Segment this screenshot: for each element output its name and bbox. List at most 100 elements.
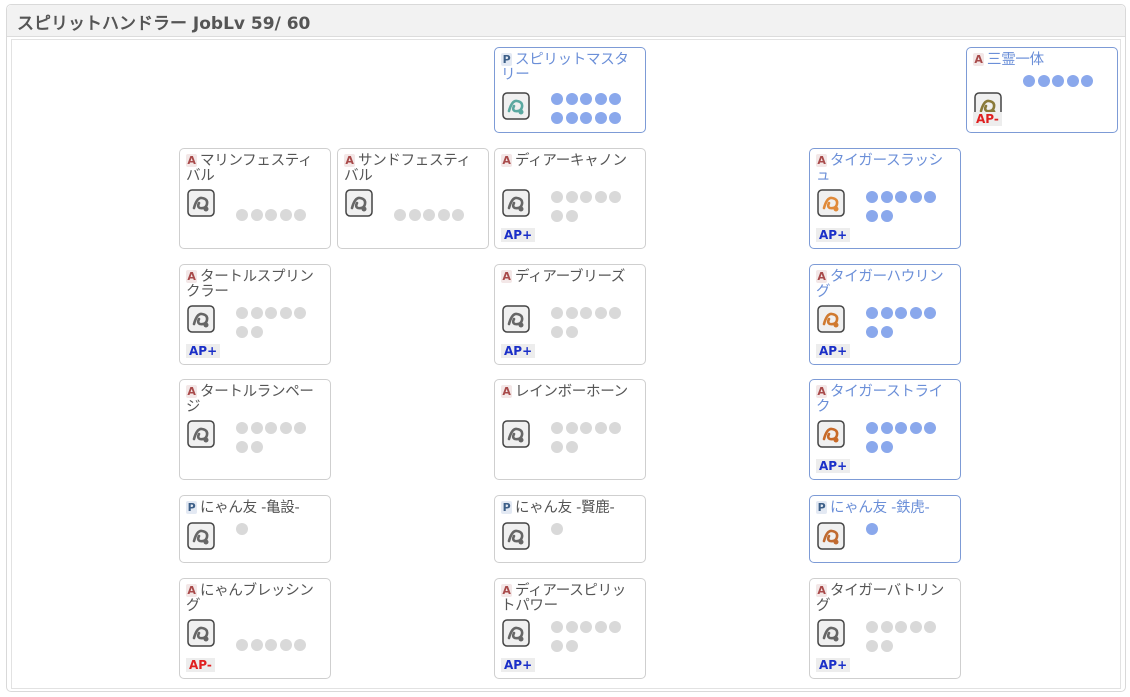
level-dot bbox=[880, 441, 893, 453]
skill-card-turtle-sprinkler[interactable]: A タートルスプリンクラー AP+ bbox=[179, 264, 331, 365]
level-dot bbox=[408, 209, 421, 221]
sprinkler-icon bbox=[187, 305, 215, 333]
level-dot bbox=[551, 523, 563, 535]
level-dot bbox=[565, 640, 578, 652]
level-dot bbox=[551, 326, 563, 338]
level-dot bbox=[250, 441, 263, 453]
skill-name-text: サンドフェスティバル bbox=[344, 153, 471, 184]
skill-level-dots bbox=[236, 209, 320, 228]
level-dot bbox=[580, 307, 593, 319]
deer-spirit-icon bbox=[502, 619, 530, 647]
level-dot bbox=[880, 191, 893, 203]
skill-card-tiger-strike[interactable]: A タイガーストライク AP+ bbox=[809, 379, 961, 480]
level-dot bbox=[609, 93, 622, 105]
level-dot bbox=[265, 209, 278, 221]
skill-level-dots bbox=[236, 422, 320, 460]
wave-icon bbox=[187, 189, 215, 217]
level-dot bbox=[594, 112, 607, 124]
skill-name: P スピリットマスタリー bbox=[501, 53, 637, 83]
skill-card-nyan-roku[interactable]: P にゃん友 -賢鹿- bbox=[494, 495, 646, 563]
skill-name: A タートルスプリンクラー bbox=[186, 270, 322, 300]
ap-plus-tag: AP+ bbox=[816, 228, 851, 242]
active-badge: A bbox=[501, 270, 512, 283]
skill-card-turtle-rampage[interactable]: A タートルランページ bbox=[179, 379, 331, 480]
level-dot bbox=[236, 639, 248, 651]
skill-name-text: タイガーハウリング bbox=[816, 269, 944, 300]
level-dot bbox=[265, 307, 278, 319]
level-dot bbox=[565, 210, 578, 222]
skill-name-text: タートルランページ bbox=[186, 384, 314, 415]
active-badge: A bbox=[501, 154, 512, 167]
level-dot bbox=[895, 191, 908, 203]
level-dot bbox=[580, 191, 593, 203]
level-dot bbox=[866, 326, 878, 338]
skill-card-sanrei-ittai[interactable]: A 三霊一体 AP- bbox=[966, 47, 1118, 133]
level-dot bbox=[565, 326, 578, 338]
level-dot bbox=[565, 422, 578, 434]
skill-card-nyan-tora[interactable]: P にゃん友 -鉄虎- bbox=[809, 495, 961, 563]
level-dot bbox=[1037, 75, 1050, 87]
skill-name: P にゃん友 -鉄虎- bbox=[816, 501, 952, 516]
level-dot bbox=[551, 191, 563, 203]
skill-name: A タイガーハウリング bbox=[816, 270, 952, 300]
skill-level-dots bbox=[866, 621, 950, 659]
level-dot bbox=[1023, 75, 1035, 87]
skill-card-deer-spirit-power[interactable]: A ディアースピリットパワー AP+ bbox=[494, 578, 646, 679]
level-dot bbox=[924, 307, 937, 319]
active-badge: A bbox=[816, 584, 827, 597]
skill-level-dots bbox=[236, 523, 320, 542]
level-dot bbox=[909, 422, 922, 434]
skill-name-text: にゃん友 -賢鹿- bbox=[515, 500, 615, 516]
skill-card-marine-festival[interactable]: A マリンフェスティバル bbox=[179, 148, 331, 249]
level-dot bbox=[924, 191, 937, 203]
level-dot bbox=[565, 191, 578, 203]
level-dot bbox=[551, 621, 563, 633]
skill-name: A ディアーキャノン bbox=[501, 154, 637, 169]
level-dot bbox=[866, 640, 878, 652]
skill-card-sand-festival[interactable]: A サンドフェスティバル bbox=[337, 148, 489, 249]
level-dot bbox=[580, 621, 593, 633]
level-dot bbox=[279, 307, 292, 319]
skill-card-tiger-slash[interactable]: A タイガースラッシュ AP+ bbox=[809, 148, 961, 249]
level-dot bbox=[294, 422, 307, 434]
skill-card-spirit-mastery[interactable]: P スピリットマスタリー bbox=[494, 47, 646, 133]
level-dot bbox=[1066, 75, 1079, 87]
skill-name-text: ディアーブリーズ bbox=[515, 269, 626, 285]
active-badge: A bbox=[186, 385, 197, 398]
skill-level-dots bbox=[551, 523, 635, 542]
level-dot bbox=[551, 210, 563, 222]
level-dot bbox=[551, 112, 563, 124]
skill-card-nyan-kame[interactable]: P にゃん友 -亀設- bbox=[179, 495, 331, 563]
skill-name: A 三霊一体 bbox=[973, 53, 1109, 68]
skill-card-tiger-battle[interactable]: A タイガーバトリング AP+ bbox=[809, 578, 961, 679]
skill-name: A タイガーストライク bbox=[816, 385, 952, 415]
skill-name-text: にゃん友 -亀設- bbox=[200, 500, 300, 516]
passive-badge: P bbox=[501, 53, 512, 66]
level-dot bbox=[580, 93, 593, 105]
level-dot bbox=[880, 640, 893, 652]
skill-level-dots bbox=[551, 621, 635, 659]
claw-slash-icon bbox=[817, 189, 845, 217]
level-dot bbox=[866, 307, 878, 319]
cat-turtle-icon bbox=[187, 522, 215, 550]
level-dot bbox=[924, 621, 937, 633]
skill-card-deer-breeze[interactable]: A ディアーブリーズ AP+ bbox=[494, 264, 646, 365]
skill-card-nyan-blessing[interactable]: A にゃんブレッシング AP- bbox=[179, 578, 331, 679]
skill-name-text: スピリットマスタリー bbox=[501, 52, 629, 83]
skill-level-dots bbox=[866, 307, 950, 345]
skill-name-text: にゃんブレッシング bbox=[186, 583, 314, 614]
level-dot bbox=[880, 307, 893, 319]
skill-card-tiger-howling[interactable]: A タイガーハウリング AP+ bbox=[809, 264, 961, 365]
level-dot bbox=[609, 191, 622, 203]
skill-level-dots bbox=[394, 209, 478, 228]
level-dot bbox=[294, 209, 307, 221]
level-dot bbox=[394, 209, 406, 221]
level-dot bbox=[594, 621, 607, 633]
skill-level-dots bbox=[866, 523, 950, 542]
skill-card-deer-cannon[interactable]: A ディアーキャノン AP+ bbox=[494, 148, 646, 249]
skill-card-rainbow-horn[interactable]: A レインボーホーン bbox=[494, 379, 646, 480]
level-dot bbox=[866, 523, 878, 535]
horn-icon bbox=[502, 420, 530, 448]
skill-name-text: タイガースラッシュ bbox=[816, 153, 943, 184]
skill-name-text: にゃん友 -鉄虎- bbox=[830, 500, 930, 516]
